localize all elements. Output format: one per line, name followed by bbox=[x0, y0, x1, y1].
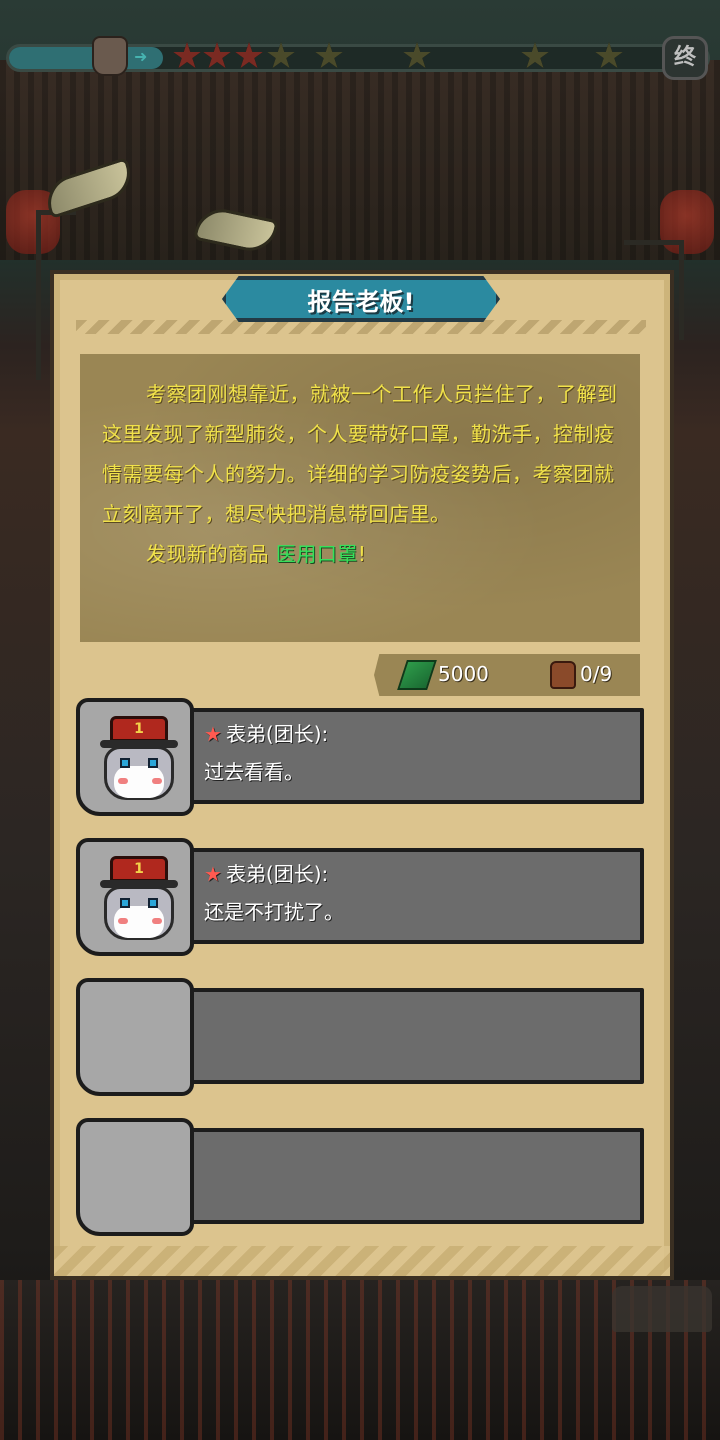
dialog-title: 报告老板! bbox=[307, 287, 415, 316]
traveler-avatar-icon bbox=[92, 36, 128, 76]
message-bubble bbox=[180, 988, 644, 1084]
panel-zigzag-border bbox=[54, 1246, 670, 1276]
message-row: 1 ★ 表弟(团长): 过去看看。 bbox=[76, 698, 644, 816]
progress-star-icon: ★ bbox=[592, 36, 626, 77]
new-item-line: 发现新的商品 医用口罩! bbox=[102, 534, 618, 574]
new-item-prefix: 发现新的商品 bbox=[146, 542, 269, 566]
avatar: 1 bbox=[76, 698, 194, 816]
progress-star-icon: ★ bbox=[312, 36, 346, 77]
empty-message-slot bbox=[76, 978, 644, 1096]
story-text: 考察团刚想靠近，就被一个工作人员拦住了，了解到这里发现了新型肺炎，个人要带好口罩… bbox=[102, 382, 618, 526]
bag-capacity: 0/9 bbox=[580, 662, 613, 686]
new-item-suffix: ! bbox=[357, 542, 367, 566]
progress-star-icon: ★ bbox=[400, 36, 434, 77]
speaker-name: ★ 表弟(团长): bbox=[204, 722, 329, 746]
avatar: 1 bbox=[76, 838, 194, 956]
progress-star-icon: ★ bbox=[264, 36, 298, 77]
cash-icon bbox=[397, 660, 437, 690]
story-paragraph: 考察团刚想靠近，就被一个工作人员拦住了，了解到这里发现了新型肺炎，个人要带好口罩… bbox=[102, 374, 618, 534]
money-value: 5000 bbox=[438, 662, 489, 686]
cat-leader-avatar-icon: 1 bbox=[98, 856, 180, 942]
cat-leader-avatar-icon: 1 bbox=[98, 716, 180, 802]
red-star-icon: ★ bbox=[204, 862, 222, 886]
story-box: 考察团刚想靠近，就被一个工作人员拦住了，了解到这里发现了新型肺炎，个人要带好口罩… bbox=[80, 354, 640, 642]
resource-stats: 5000 0/9 bbox=[374, 654, 640, 696]
speaker-name: ★ 表弟(团长): bbox=[204, 862, 329, 886]
empty-avatar bbox=[76, 1118, 194, 1236]
backpack-icon bbox=[550, 661, 576, 689]
message-text: 过去看看。 bbox=[204, 760, 304, 784]
arrow-right-icon: ➜ bbox=[134, 47, 148, 66]
message-bubble bbox=[180, 1128, 644, 1224]
temple-roof-background bbox=[0, 60, 720, 260]
red-star-icon: ★ bbox=[204, 722, 222, 746]
message-row: 1 ★ 表弟(团长): 还是不打扰了。 bbox=[76, 838, 644, 956]
book-icon[interactable] bbox=[612, 1286, 712, 1332]
frame-corner-top-left bbox=[36, 210, 76, 380]
new-item-name: 医用口罩 bbox=[275, 542, 358, 566]
message-text: 还是不打扰了。 bbox=[204, 900, 344, 924]
dialog-title-banner: 报告老板! bbox=[222, 276, 500, 322]
title-zigzag-band bbox=[76, 320, 646, 334]
empty-message-slot bbox=[76, 1118, 644, 1236]
progress-star-icon: ★ bbox=[518, 36, 552, 77]
end-badge: 终 bbox=[662, 36, 708, 80]
empty-avatar bbox=[76, 978, 194, 1096]
